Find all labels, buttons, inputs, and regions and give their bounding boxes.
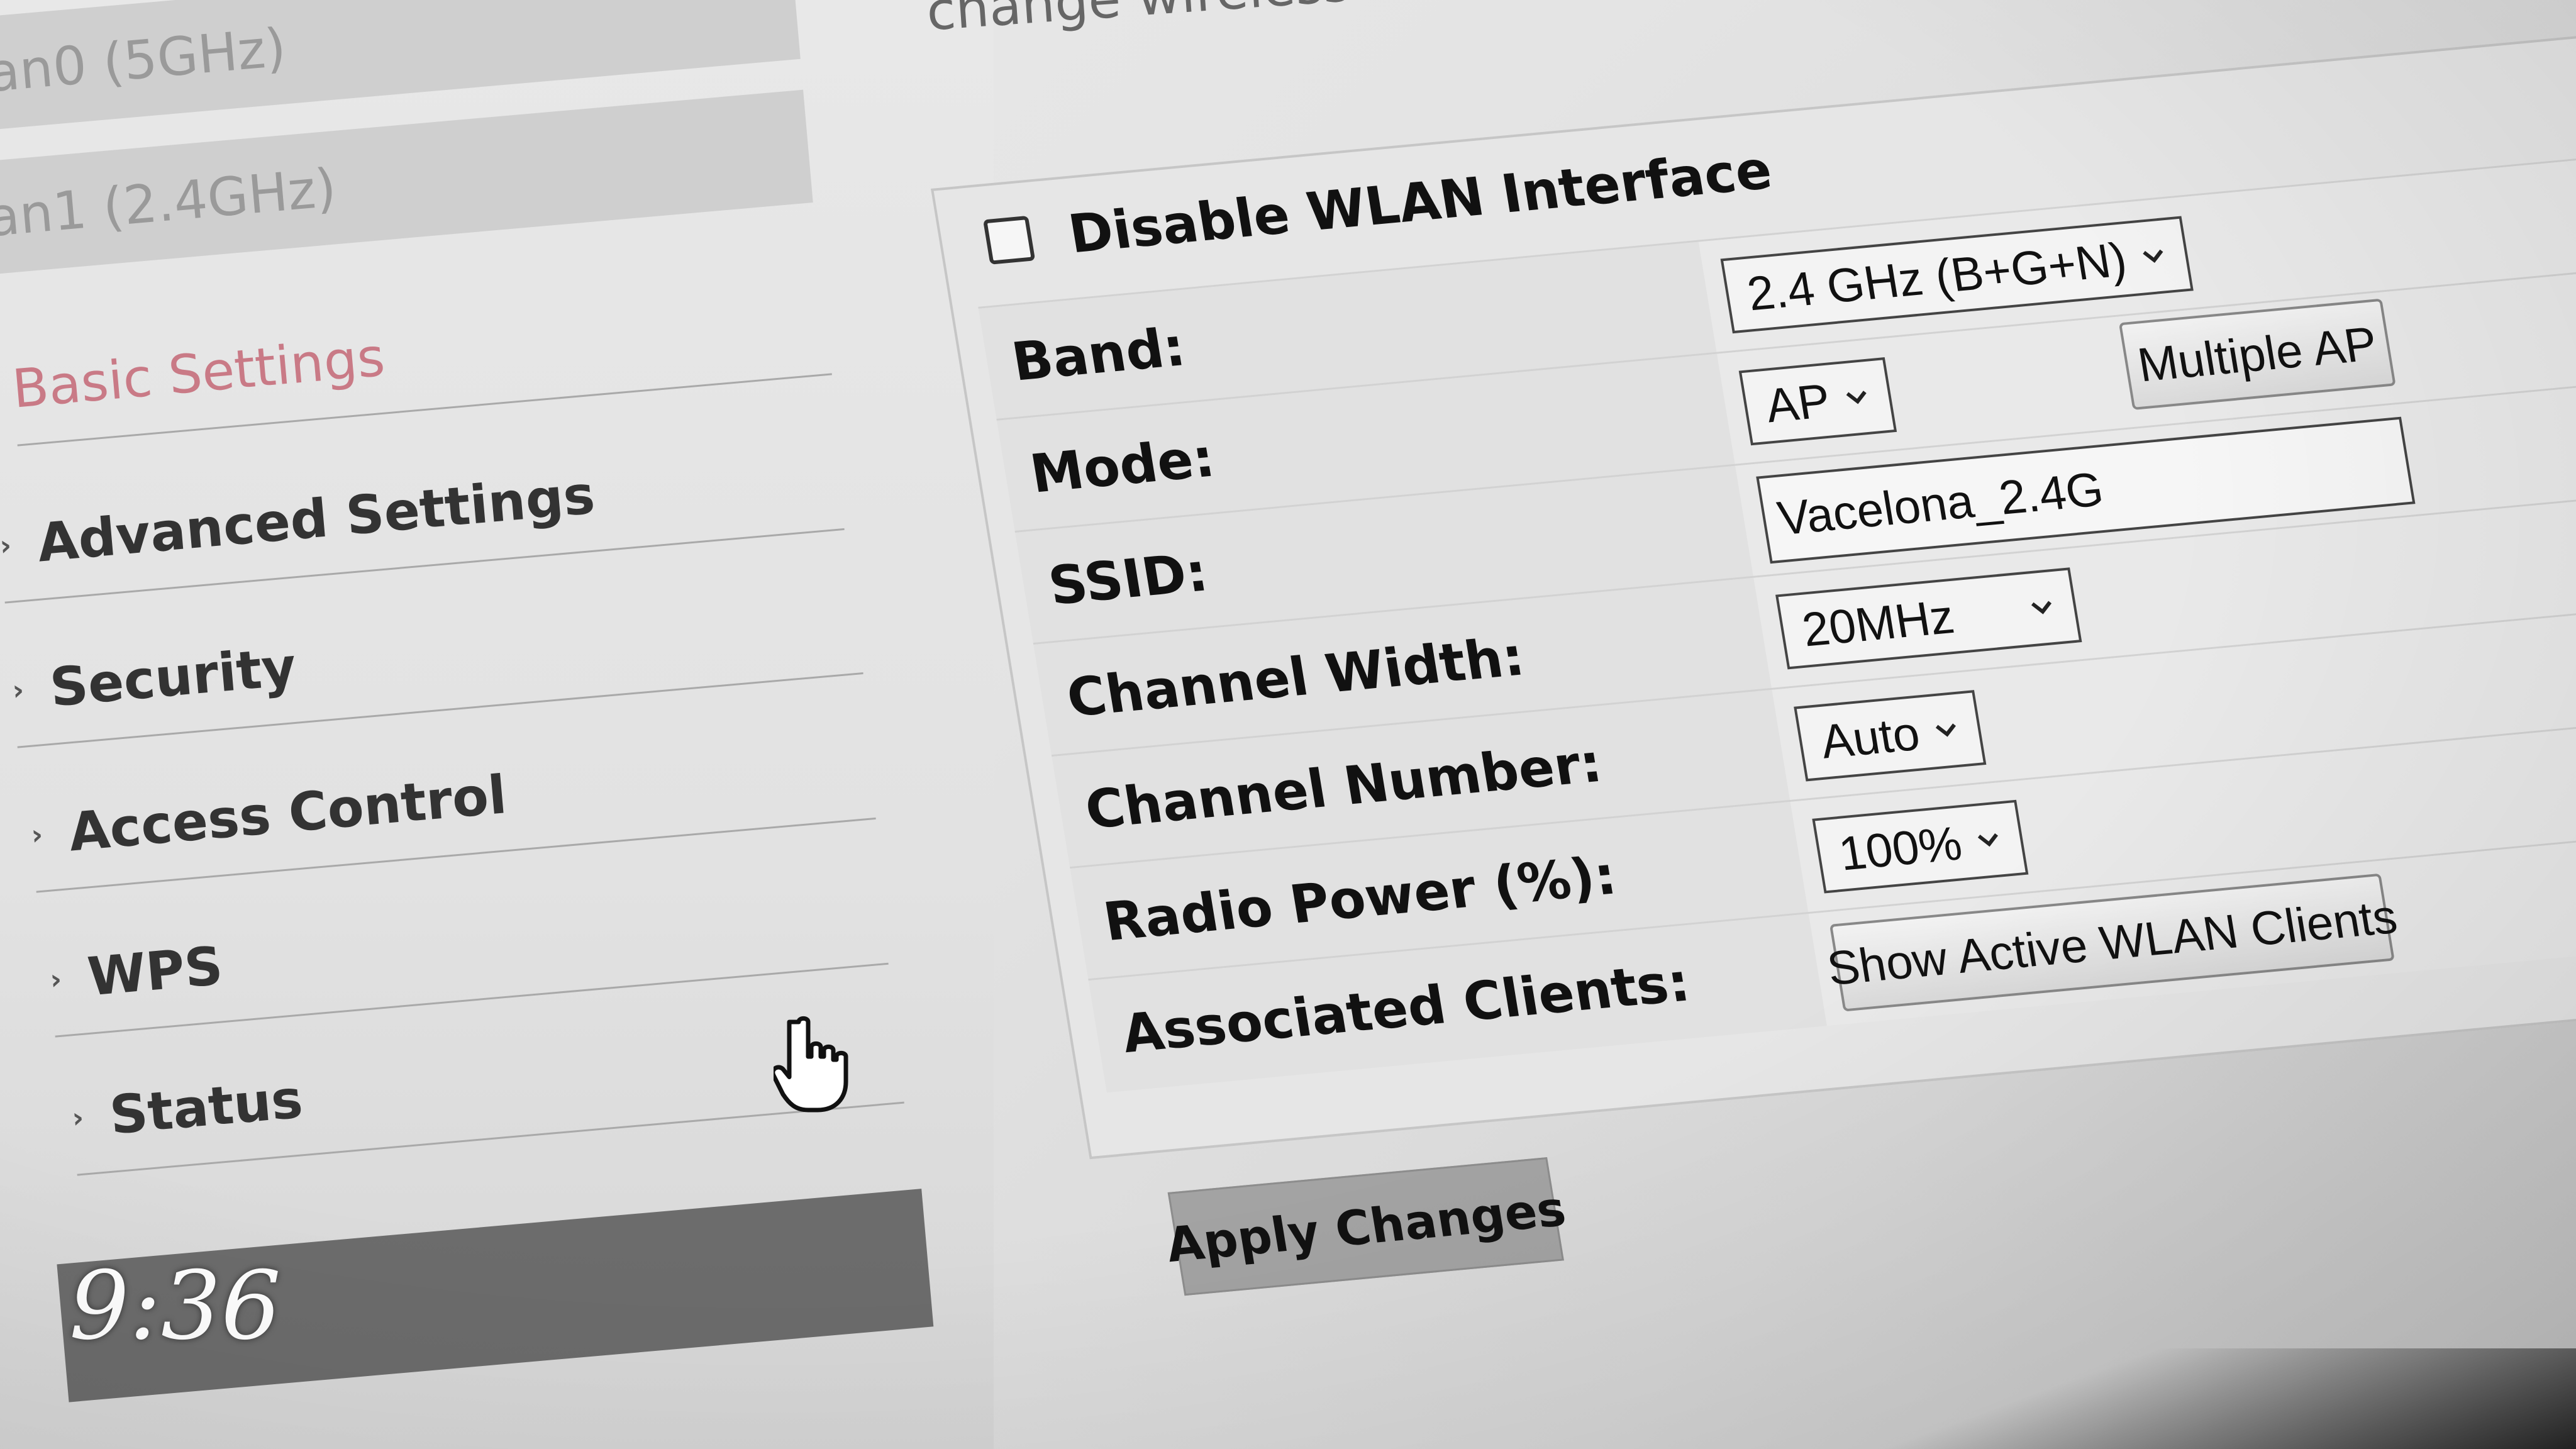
page-title: change wireless basic setting — [924, 0, 1705, 43]
channel-number-select-value: Auto — [1816, 706, 1924, 769]
apply-changes-button[interactable]: Apply Changes — [1162, 1157, 1570, 1296]
sidebar-item-label: an0 (5GHz) — [0, 16, 289, 104]
mode-select[interactable]: AP — [1738, 357, 1897, 446]
channel-width-label: Channel Width: — [1062, 625, 1529, 729]
chevron-right-icon: › — [48, 963, 64, 996]
mode-label: Mode: — [1026, 426, 1219, 505]
chevron-right-icon: › — [30, 818, 45, 852]
screen: an0 (5GHz) an1 (2.4GHz) Basic Settings ›… — [0, 0, 2576, 1449]
mode-select-value: AP — [1762, 374, 1835, 433]
sidebar-item-basic-settings[interactable]: Basic Settings — [8, 262, 832, 447]
sidebar-item-label: Access Control — [66, 763, 509, 863]
band-select-value: 2.4 GHz (B+G+N) — [1743, 232, 2131, 321]
hand-pointer-icon — [774, 1016, 848, 1113]
chevron-down-icon — [1846, 391, 1867, 404]
sidebar-item-label: Basic Settings — [9, 325, 387, 420]
chevron-down-icon — [2143, 249, 2163, 263]
chevron-right-icon: › — [70, 1101, 86, 1135]
chevron-down-icon — [1978, 833, 1999, 847]
channel-width-select[interactable]: 20MHz — [1775, 567, 2082, 670]
sidebar-item-label: Status — [107, 1067, 306, 1146]
chevron-down-icon — [2031, 601, 2052, 614]
ssid-input-value: Vacelona_2.4G — [1774, 462, 2107, 545]
radio-power-select[interactable]: 100% — [1812, 799, 2029, 894]
disable-wlan-checkbox[interactable] — [982, 215, 1036, 265]
sidebar-item-label: an1 (2.4GHz) — [0, 157, 339, 249]
associated-clients-label: Associated Clients: — [1118, 951, 1694, 1065]
time-overlay: 9:36 — [69, 1252, 281, 1361]
chevron-down-icon — [1936, 723, 1957, 737]
channel-number-select[interactable]: Auto — [1794, 690, 1987, 782]
wlan-basic-settings-form: Disable WLAN Interface Band: 2.4 GHz (B+… — [931, 35, 2576, 1296]
chevron-right-icon: › — [11, 674, 26, 707]
channel-width-select-value: 20MHz — [1798, 589, 1958, 657]
chevron-right-icon: › — [0, 529, 13, 562]
ssid-label: SSID: — [1044, 541, 1213, 617]
sidebar-item-label: WPS — [85, 934, 225, 1008]
monitor-bezel-shadow — [1696, 1348, 2576, 1449]
sidebar-nav: an0 (5GHz) an1 (2.4GHz) Basic Settings ›… — [0, 0, 994, 1449]
band-label: Band: — [1008, 316, 1190, 393]
multiple-ap-button[interactable]: Multiple AP — [2118, 298, 2396, 410]
radio-power-select-value: 100% — [1835, 816, 1966, 881]
sidebar-item-label: Security — [47, 635, 299, 719]
sidebar-item-label: Advanced Settings — [35, 463, 597, 574]
